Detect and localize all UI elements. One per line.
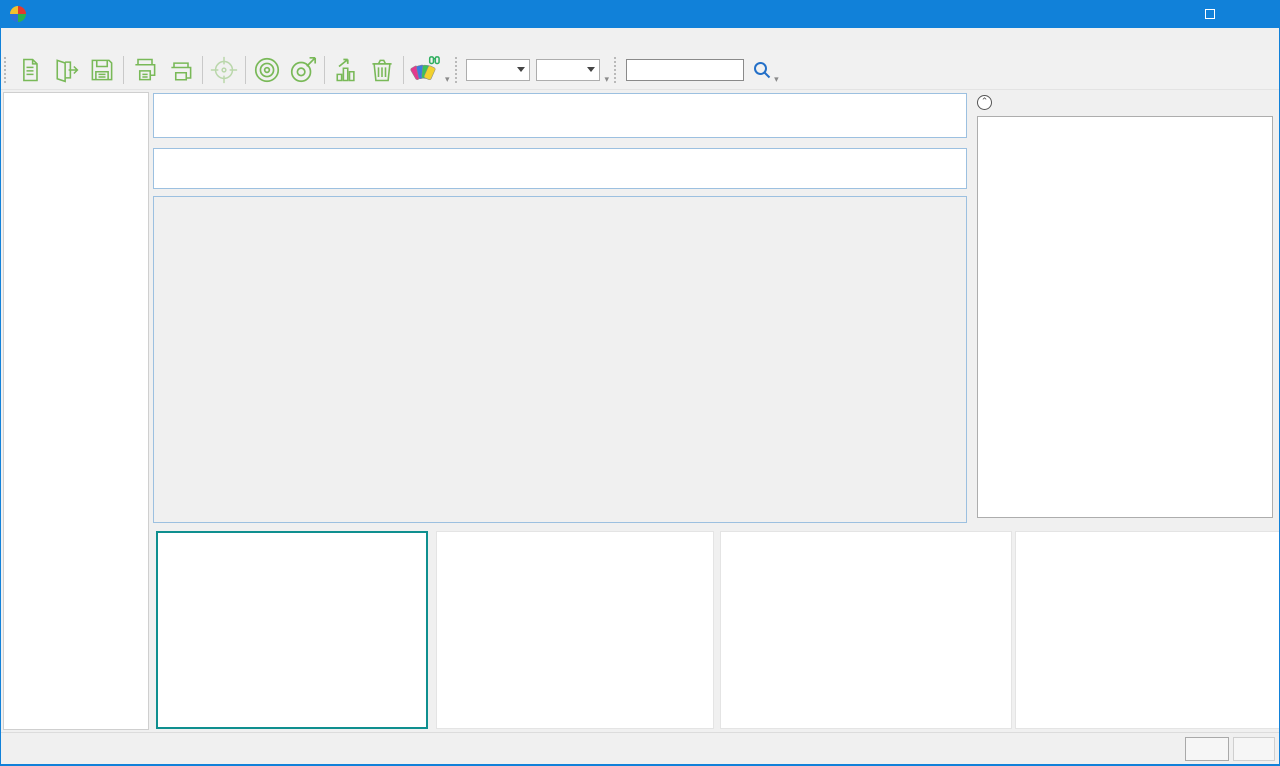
calibrate-button xyxy=(206,53,242,87)
standard-table xyxy=(153,148,967,189)
spectral-reflectance-chart[interactable] xyxy=(720,531,1012,729)
chevron-down-icon xyxy=(587,67,595,72)
color-card-button[interactable] xyxy=(407,53,443,87)
toolbar-overflow-icon[interactable]: ▾ xyxy=(774,75,779,85)
delta-ab-scatter-chart[interactable] xyxy=(156,531,428,729)
save-button[interactable] xyxy=(84,53,120,87)
statistics-icon xyxy=(332,56,360,84)
print-icon xyxy=(131,56,159,84)
new-document-button[interactable] xyxy=(12,53,48,87)
chevron-down-icon xyxy=(517,67,525,72)
color-diff-report xyxy=(977,116,1273,518)
measure-sample-button[interactable] xyxy=(285,53,321,87)
measurement-table xyxy=(153,196,967,523)
title-bar xyxy=(1,0,1279,28)
save-icon xyxy=(88,56,116,84)
print-button[interactable] xyxy=(127,53,163,87)
print-word-icon xyxy=(167,60,195,82)
delete-button[interactable] xyxy=(364,53,400,87)
toolbar-grip[interactable] xyxy=(455,57,460,83)
print-word-button[interactable] xyxy=(163,53,199,87)
measure-standard-button[interactable] xyxy=(249,53,285,87)
status-cell xyxy=(1233,737,1275,761)
delete-icon xyxy=(368,56,396,84)
status-bar xyxy=(1,732,1279,764)
toolbar: ▾ ▾ ▾ xyxy=(1,50,1279,90)
toolbar-grip[interactable] xyxy=(614,57,619,83)
delta-e-trend-chart[interactable] xyxy=(436,531,714,729)
toolbar-overflow-icon[interactable]: ▾ xyxy=(445,75,450,85)
app-logo-icon xyxy=(10,6,26,22)
application-window: ▾ ▾ ▾ ⌃ xyxy=(0,0,1280,766)
toolbar-separator xyxy=(245,56,246,84)
statistics-button[interactable] xyxy=(328,53,364,87)
toolbar-separator xyxy=(324,56,325,84)
collapse-panel-icon[interactable]: ⌃ xyxy=(977,95,992,110)
sample-tree xyxy=(3,92,149,730)
search-icon[interactable] xyxy=(752,60,772,80)
toolbar-separator xyxy=(202,56,203,84)
menu-bar xyxy=(1,28,1279,50)
toolbar-grip[interactable] xyxy=(4,57,9,83)
illuminant-select[interactable] xyxy=(536,59,600,81)
new-document-icon xyxy=(16,56,44,84)
search-input[interactable] xyxy=(626,59,744,81)
calibrate-icon xyxy=(209,55,239,85)
minimize-button[interactable] xyxy=(1141,0,1187,28)
toolbar-separator xyxy=(403,56,404,84)
mode-select[interactable] xyxy=(466,59,530,81)
close-button[interactable] xyxy=(1233,0,1279,28)
maximize-icon xyxy=(1205,9,1215,19)
lab-color-space-chart[interactable] xyxy=(1015,531,1280,729)
maximize-button[interactable] xyxy=(1187,0,1233,28)
measure-sample-icon xyxy=(288,55,318,85)
color-card-icon xyxy=(409,55,441,85)
measure-standard-icon xyxy=(252,55,282,85)
tolerance-table xyxy=(153,93,967,138)
toolbar-separator xyxy=(123,56,124,84)
export-button[interactable] xyxy=(48,53,84,87)
export-icon xyxy=(52,56,80,84)
color-diff-panel: ⌃ xyxy=(973,90,1279,522)
toolbar-overflow-icon[interactable]: ▾ xyxy=(605,75,610,85)
auto-button[interactable] xyxy=(1185,737,1229,761)
